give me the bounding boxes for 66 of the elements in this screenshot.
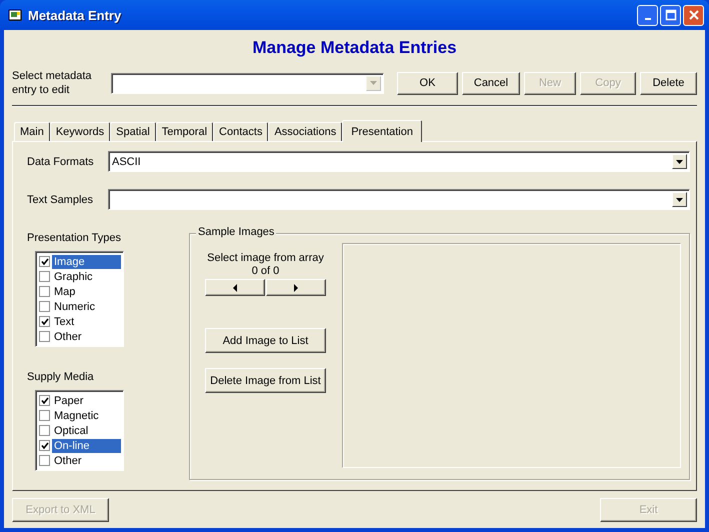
field-label: Select metadata entry to edit bbox=[12, 69, 92, 97]
next-button[interactable] bbox=[266, 279, 326, 296]
entry-dropdown[interactable] bbox=[110, 72, 384, 94]
checkbox[interactable] bbox=[39, 301, 50, 312]
list-item[interactable]: Magnetic bbox=[52, 408, 121, 422]
minimize-icon bbox=[644, 18, 650, 20]
checkbox[interactable] bbox=[39, 410, 50, 421]
field-value: ASCII bbox=[111, 156, 142, 168]
checkbox[interactable] bbox=[39, 271, 50, 282]
close-icon bbox=[688, 9, 700, 21]
list-item[interactable]: On-line bbox=[52, 438, 121, 452]
tab[interactable]: Contacts bbox=[213, 122, 268, 141]
dropdown-arrow-icon bbox=[370, 81, 377, 85]
list-item[interactable]: Other bbox=[52, 454, 121, 468]
field-label: Text Samples bbox=[27, 194, 94, 206]
tab[interactable]: Main bbox=[14, 122, 50, 141]
checkbox[interactable] bbox=[39, 256, 50, 267]
section-label: Supply Media bbox=[27, 371, 95, 383]
check-icon bbox=[40, 258, 48, 265]
section-label: Presentation Types bbox=[27, 232, 122, 244]
app-icon bbox=[8, 8, 22, 22]
list-item[interactable]: Numeric bbox=[52, 300, 121, 314]
tab[interactable]: Associations bbox=[268, 122, 342, 141]
maximize-icon bbox=[664, 9, 676, 21]
maximize-button[interactable] bbox=[660, 4, 681, 26]
image-button[interactable]: Delete Image from List bbox=[205, 368, 326, 393]
list-item[interactable]: Image bbox=[52, 254, 121, 268]
dropdown-arrow-icon bbox=[676, 198, 683, 202]
tab[interactable]: Temporal bbox=[156, 122, 214, 141]
tab[interactable]: Spatial bbox=[110, 122, 156, 141]
field-label: Data Formats bbox=[27, 156, 95, 168]
tab[interactable]: Keywords bbox=[50, 122, 110, 141]
dropdown-field[interactable] bbox=[108, 189, 690, 210]
form-heading: Manage Metadata Entries bbox=[251, 38, 458, 59]
check-icon bbox=[40, 318, 48, 325]
toolbar-button[interactable]: OK bbox=[397, 72, 458, 94]
toolbar-button[interactable]: Cancel bbox=[462, 72, 520, 94]
checkbox[interactable] bbox=[39, 316, 50, 327]
checkbox[interactable] bbox=[39, 440, 50, 451]
checkbox[interactable] bbox=[39, 331, 50, 342]
list-item[interactable]: Optical bbox=[52, 424, 121, 438]
list-item[interactable]: Paper bbox=[52, 394, 121, 408]
left-triangle-icon bbox=[233, 284, 237, 292]
checkbox[interactable] bbox=[39, 286, 50, 297]
check-icon bbox=[40, 397, 48, 404]
minimize-button[interactable] bbox=[637, 4, 658, 26]
list-item[interactable]: Other bbox=[52, 330, 121, 344]
dropdown-arrow-icon bbox=[676, 160, 683, 164]
image-button[interactable]: Add Image to List bbox=[205, 328, 326, 353]
checkbox[interactable] bbox=[39, 395, 50, 406]
check-icon bbox=[40, 442, 48, 449]
image-counter: 0 of 0 bbox=[252, 265, 280, 277]
checkbox[interactable] bbox=[39, 425, 50, 436]
right-triangle-icon bbox=[294, 284, 298, 292]
window-title: Metadata Entry bbox=[28, 8, 122, 22]
list-item[interactable]: Text bbox=[52, 314, 121, 328]
list-item[interactable]: Map bbox=[52, 284, 121, 298]
caption: Select image from array bbox=[207, 252, 324, 264]
group-title: Sample Images bbox=[196, 226, 276, 238]
list-item[interactable]: Graphic bbox=[52, 270, 121, 284]
tab[interactable]: Presentation bbox=[342, 120, 422, 142]
previous-button[interactable] bbox=[205, 279, 265, 296]
dropdown-field[interactable]: ASCII bbox=[108, 151, 690, 172]
close-button[interactable] bbox=[683, 4, 704, 26]
checkbox[interactable] bbox=[39, 455, 50, 466]
toolbar-button[interactable]: Delete bbox=[640, 72, 697, 94]
